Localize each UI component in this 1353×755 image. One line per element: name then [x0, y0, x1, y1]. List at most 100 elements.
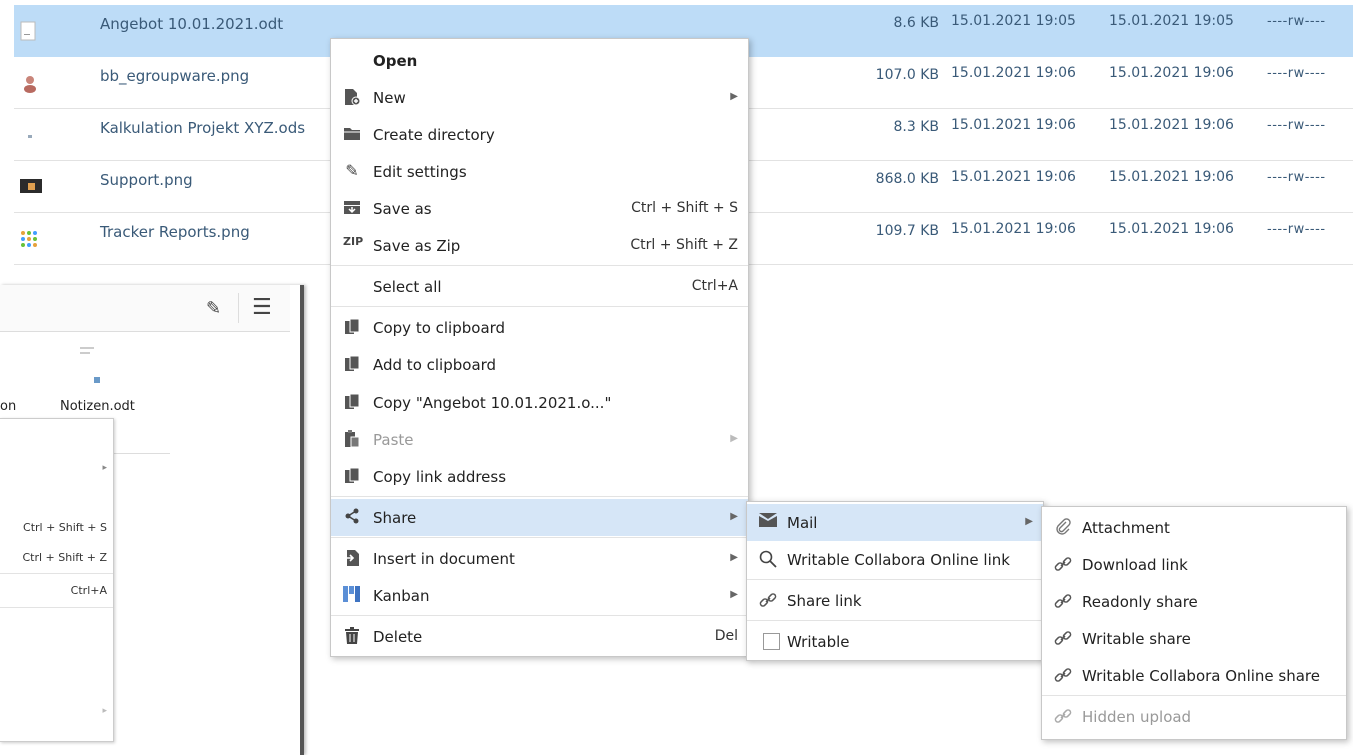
menu-item-readonly-share[interactable]: Readonly share	[1042, 583, 1346, 620]
clipboard-icon	[343, 318, 361, 336]
new-file-icon	[343, 88, 361, 106]
menu-item-share[interactable]: Share ▶	[331, 499, 748, 536]
menu-item-label: Writable Collabora Online link	[787, 551, 1010, 569]
chevron-right-icon: ▶	[730, 433, 738, 444]
file-size: 109.7 KB	[875, 223, 939, 239]
menu-item-copy-link-address[interactable]: Copy link address	[331, 458, 748, 495]
menu-item-share-link[interactable]: Share link	[747, 582, 1043, 619]
menu-item-label: Download link	[1082, 556, 1188, 574]
pencil-icon[interactable]: ✎	[206, 298, 221, 319]
file-created: 15.01.2021 19:06	[1109, 221, 1234, 237]
menu-item-select-all[interactable]: Select all Ctrl+A	[331, 268, 748, 305]
menu-separator	[331, 306, 748, 307]
background-divider	[110, 453, 170, 454]
menu-item-paste[interactable]: Paste ▶	[331, 421, 748, 458]
image-thumbnail-icon	[20, 229, 42, 251]
menu-item-insert-in-document[interactable]: Insert in document ▶	[331, 540, 748, 577]
link-icon	[759, 591, 777, 609]
menu-item-new[interactable]: New ▶	[331, 79, 748, 116]
menu-item-label: Add to clipboard	[373, 356, 497, 374]
clipboard-icon	[343, 393, 361, 411]
link-icon	[1054, 555, 1072, 573]
file-name[interactable]: Support.png	[100, 171, 193, 189]
menu-item-label: Kanban	[373, 587, 430, 605]
menu-item-writable[interactable]: Writable	[747, 623, 1043, 660]
share-submenu: Mail ▶ Writable Collabora Online link Sh…	[746, 501, 1044, 661]
menu-separator	[0, 607, 113, 608]
menu-item-hidden-upload[interactable]: Hidden upload	[1042, 698, 1346, 735]
bg-file-label[interactable]: Notizen.odt	[60, 399, 135, 414]
menu-item-shortcut: Ctrl + Shift + Z	[630, 237, 738, 253]
menu-separator	[331, 265, 748, 266]
menu-item-label: Readonly share	[1082, 593, 1198, 611]
document-file-icon	[80, 347, 102, 391]
kanban-icon	[343, 586, 361, 604]
menu-item-label: Create directory	[373, 126, 495, 144]
insert-document-icon	[343, 549, 361, 567]
menu-item-label: Copy link address	[373, 468, 507, 486]
menu-item-label: New	[373, 89, 406, 107]
menu-separator	[331, 496, 748, 497]
menu-item-label: Copy "Angebot 10.01.2021.o..."	[373, 394, 612, 412]
menu-item-label: Select all	[373, 278, 442, 296]
menu-item-label: Save as Zip	[373, 237, 461, 255]
file-created: 15.01.2021 19:06	[1109, 65, 1234, 81]
menu-item-add-to-clipboard[interactable]: Add to clipboard	[331, 346, 748, 383]
file-modified: 15.01.2021 19:06	[951, 65, 1076, 81]
menu-item-open[interactable]: Open	[331, 42, 748, 79]
menu-item-label: Writable	[787, 633, 850, 651]
chevron-right-icon: ▶	[730, 91, 738, 102]
menu-item-shortcut: Del	[714, 628, 738, 644]
menu-separator	[1042, 695, 1346, 696]
menu-item-download-link[interactable]: Download link	[1042, 546, 1346, 583]
menu-item-writable-share[interactable]: Writable share	[1042, 620, 1346, 657]
menu-item-label: Share	[373, 509, 417, 527]
bg-shortcut-save-as: Ctrl + Shift + S	[23, 521, 107, 534]
menu-item-writable-collabora-link[interactable]: Writable Collabora Online link	[747, 541, 1043, 578]
mail-submenu: Attachment Download link Readonly share …	[1041, 506, 1347, 740]
menu-separator	[747, 620, 1043, 621]
hamburger-menu-icon[interactable]: ☰	[252, 295, 272, 320]
menu-item-create-directory[interactable]: Create directory	[331, 116, 748, 153]
menu-item-copy-name[interactable]: Copy "Angebot 10.01.2021.o..."	[331, 384, 748, 421]
file-name[interactable]: Angebot 10.01.2021.odt	[100, 15, 283, 33]
menu-item-label: Delete	[373, 628, 423, 646]
menu-item-kanban[interactable]: Kanban ▶	[331, 577, 748, 614]
spreadsheet-file-icon	[20, 125, 42, 147]
menu-item-label: Open	[373, 52, 418, 70]
menu-item-label: Paste	[373, 431, 414, 449]
bg-file-label[interactable]: on	[0, 399, 16, 414]
file-name[interactable]: Kalkulation Projekt XYZ.ods	[100, 119, 305, 137]
menu-item-edit-settings[interactable]: ✎ Edit settings	[331, 153, 748, 190]
menu-item-delete[interactable]: Delete Del	[331, 618, 748, 655]
menu-item-copy-to-clipboard[interactable]: Copy to clipboard	[331, 309, 748, 346]
file-name[interactable]: bb_egroupware.png	[100, 67, 249, 85]
menu-separator	[331, 537, 748, 538]
menu-item-attachment[interactable]: Attachment	[1042, 509, 1346, 546]
menu-item-save-as[interactable]: Save as Ctrl + Shift + S	[331, 190, 748, 227]
menu-item-label: Writable Collabora Online share	[1082, 667, 1320, 685]
menu-item-label: Mail	[787, 514, 818, 532]
clipboard-icon	[343, 467, 361, 485]
download-icon	[343, 199, 361, 217]
menu-item-save-as-zip[interactable]: ZIP Save as Zip Ctrl + Shift + Z	[331, 227, 748, 264]
menu-item-shortcut: Ctrl + Shift + S	[631, 200, 738, 216]
menu-item-mail[interactable]: Mail ▶	[747, 504, 1043, 541]
menu-item-writable-collabora-share[interactable]: Writable Collabora Online share	[1042, 657, 1346, 694]
writable-checkbox[interactable]	[763, 633, 780, 650]
file-size: 107.0 KB	[875, 67, 939, 83]
menu-item-label: Writable share	[1082, 630, 1191, 648]
file-name[interactable]: Tracker Reports.png	[100, 223, 250, 241]
menu-separator	[0, 573, 113, 574]
menu-item-label: Share link	[787, 592, 862, 610]
menu-item-label: Insert in document	[373, 550, 515, 568]
file-modified: 15.01.2021 19:06	[951, 117, 1076, 133]
menu-item-shortcut: Ctrl+A	[691, 278, 738, 294]
menu-item-label: Save as	[373, 200, 432, 218]
background-context-menu: ▸ Ctrl + Shift + S Ctrl + Shift + Z Ctrl…	[0, 418, 114, 742]
menu-item-label: Copy to clipboard	[373, 319, 506, 337]
background-toolbar: ✎ ☰	[0, 285, 290, 332]
link-icon	[1054, 592, 1072, 610]
file-permissions: ----rw----	[1267, 118, 1326, 133]
chevron-right-icon: ▶	[1025, 516, 1033, 527]
